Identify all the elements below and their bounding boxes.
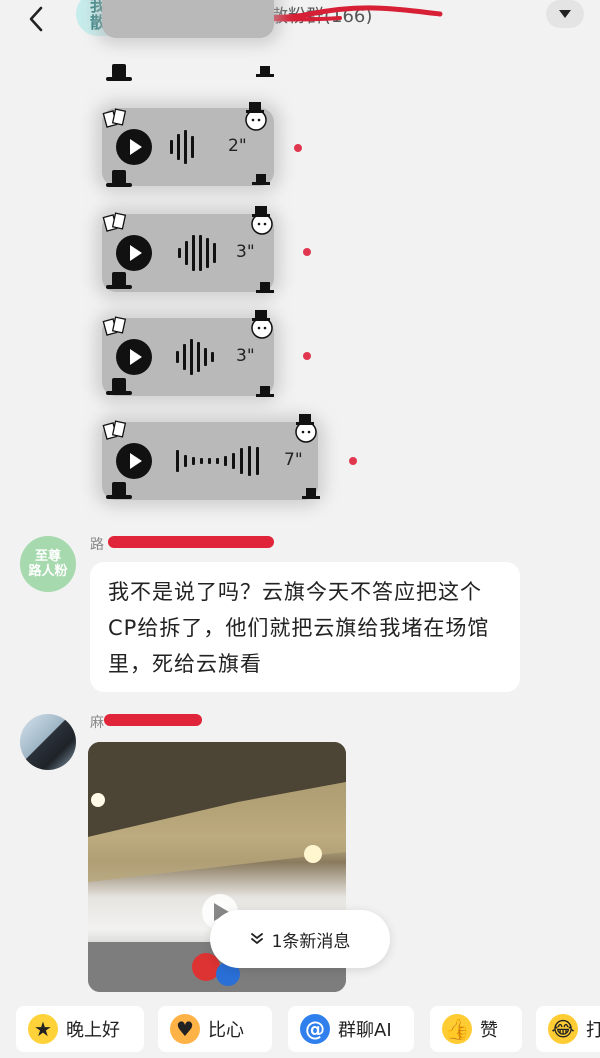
voice-waveform <box>170 127 194 167</box>
magic-ghost-icon <box>251 310 273 339</box>
unread-dot <box>303 352 311 360</box>
sender-name[interactable]: 路 <box>90 534 104 554</box>
name-redaction <box>108 536 274 548</box>
double-chevron-down-icon <box>250 933 263 945</box>
sender-name[interactable]: 麻 <box>90 712 104 732</box>
magic-ghost-icon <box>251 206 273 235</box>
quick-reply-group-ai[interactable]: @ 群聊AI <box>288 1006 414 1052</box>
play-button[interactable] <box>116 339 152 375</box>
avatar-line1: 至尊 <box>34 549 61 564</box>
small-hat-icon <box>256 66 274 77</box>
new-messages-button[interactable]: 1条新消息 <box>210 910 390 968</box>
voice-duration: 7" <box>284 450 303 470</box>
name-redaction <box>104 714 202 726</box>
dropdown-menu-button[interactable] <box>546 0 584 28</box>
quick-reply-good-evening[interactable]: ★ 晚上好 <box>16 1006 144 1052</box>
voice-duration: 2" <box>228 136 247 156</box>
at-icon: @ <box>300 1014 330 1044</box>
magic-ghost-icon <box>245 102 267 131</box>
play-button[interactable] <box>116 235 152 271</box>
sender-avatar[interactable] <box>20 714 76 770</box>
quick-reply-heart[interactable]: ♥ 比心 <box>158 1006 272 1052</box>
quick-reply-like[interactable]: 👍 赞 <box>430 1006 522 1052</box>
small-hat-icon <box>256 386 274 397</box>
unread-dot <box>303 248 311 256</box>
back-button[interactable] <box>18 2 54 36</box>
chevron-left-icon <box>29 6 43 32</box>
play-icon <box>130 139 142 155</box>
voice-waveform <box>178 233 216 273</box>
chat-header: 我是 散粉 《云烟是河魔爱散粉群(166) <box>0 0 600 44</box>
chip-label: 打 <box>586 1020 600 1041</box>
quick-reply-more[interactable]: 😂 打 <box>536 1006 600 1052</box>
play-button[interactable] <box>116 443 152 479</box>
star-face-icon: ★ <box>28 1014 58 1044</box>
voice-message-partial[interactable] <box>102 0 274 38</box>
magic-ghost-icon <box>295 414 317 443</box>
heart-hands-icon: ♥ <box>170 1014 200 1044</box>
chip-label: 晚上好 <box>66 1020 120 1041</box>
new-messages-label: 1条新消息 <box>271 931 351 952</box>
laugh-cry-icon: 😂 <box>548 1014 578 1044</box>
caret-down-icon <box>559 10 571 18</box>
magic-cards-icon <box>102 420 127 440</box>
avatar-line2: 路人粉 <box>28 564 68 579</box>
magic-cards-icon <box>102 108 127 128</box>
voice-waveform <box>176 337 214 377</box>
voice-duration: 3" <box>236 242 255 262</box>
magic-cards-icon <box>102 316 127 336</box>
small-hat-icon <box>252 174 270 185</box>
magic-hat-icon <box>106 170 132 187</box>
magic-hat-icon <box>106 482 132 499</box>
thumbs-up-icon: 👍 <box>442 1014 472 1044</box>
play-icon <box>130 349 142 365</box>
sender-avatar[interactable]: 至尊 路人粉 <box>20 536 76 592</box>
voice-waveform <box>176 441 259 481</box>
voice-duration: 3" <box>236 346 255 366</box>
play-button[interactable] <box>116 129 152 165</box>
text-message-bubble[interactable]: 我不是说了吗？云旗今天不答应把这个CP给拆了，他们就把云旗给我堵在场馆里，死给云… <box>90 562 520 692</box>
unread-dot <box>294 144 302 152</box>
unread-dot <box>349 457 357 465</box>
chip-label: 群聊AI <box>338 1020 392 1041</box>
small-hat-icon <box>302 488 320 499</box>
play-icon <box>130 245 142 261</box>
quick-reply-bar: ★ 晚上好 ♥ 比心 @ 群聊AI 👍 赞 😂 打 <box>0 1000 600 1058</box>
chip-label: 赞 <box>480 1020 498 1041</box>
small-hat-icon <box>256 282 274 293</box>
voice-message[interactable]: 7" <box>102 422 318 500</box>
magic-hat-icon <box>106 272 132 289</box>
magic-hat-icon <box>106 378 132 395</box>
chip-label: 比心 <box>208 1020 244 1041</box>
magic-hat-icon <box>106 64 132 81</box>
magic-cards-icon <box>102 212 127 232</box>
play-icon <box>130 453 142 469</box>
